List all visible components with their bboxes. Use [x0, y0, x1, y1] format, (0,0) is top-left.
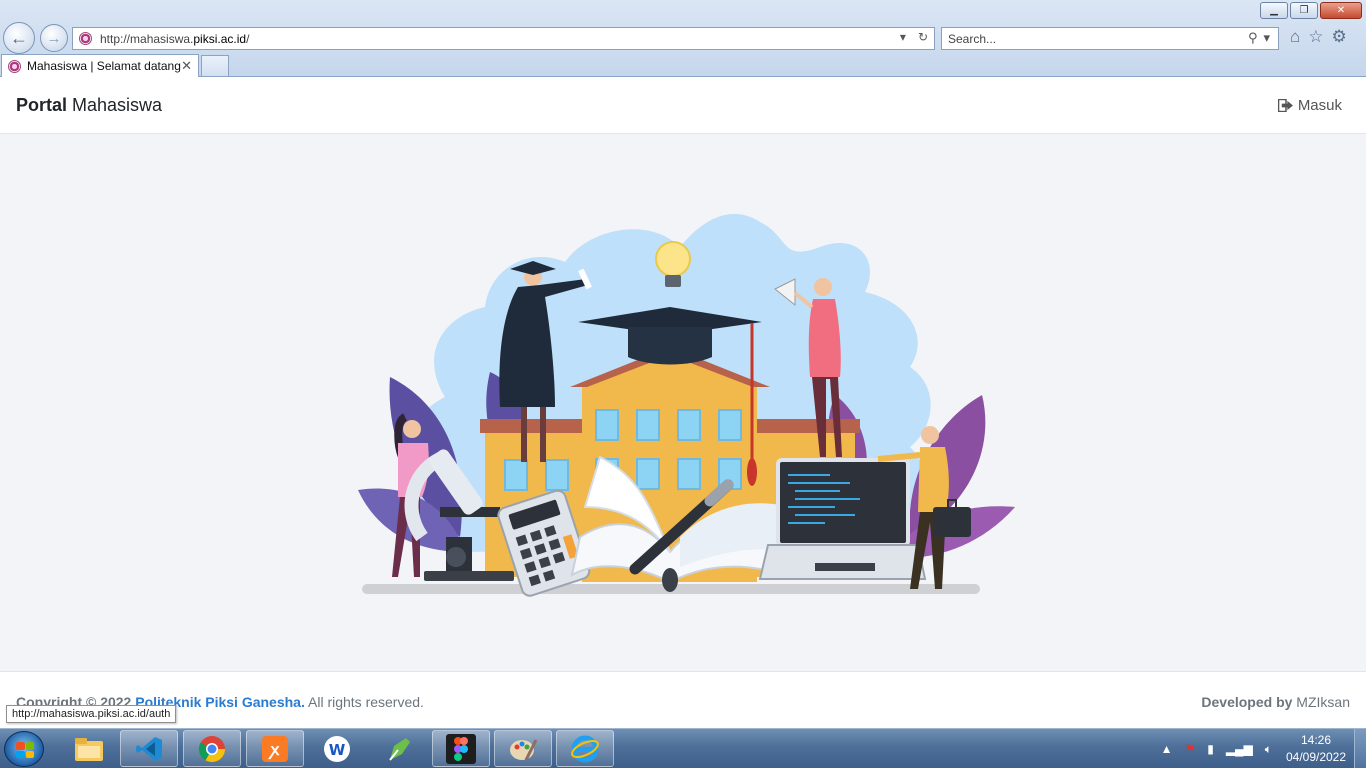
palette-icon — [510, 738, 538, 761]
taskbar-windows-explorer[interactable] — [60, 730, 118, 767]
arrow-right-icon: → — [46, 29, 62, 47]
brand-bold: Portal — [16, 95, 68, 115]
tab-favicon-icon — [8, 59, 21, 73]
signal-bars-icon[interactable]: ▂▄▆ — [1226, 742, 1253, 756]
address-dropdown-icon[interactable]: ▾ — [900, 30, 906, 44]
settings-gear-icon[interactable]: ⚙ — [1332, 27, 1347, 47]
network-error-icon[interactable]: ⚑ — [1184, 742, 1195, 756]
minimize-button[interactable]: ▁ — [1260, 2, 1288, 19]
developer-name: MZIksan — [1292, 694, 1350, 710]
svg-text:W: W — [329, 741, 346, 759]
close-window-button[interactable]: ✕ — [1320, 2, 1362, 19]
taskbar-app-w[interactable]: W — [308, 730, 366, 767]
rights-text: All rights reserved. — [304, 694, 424, 710]
volume-icon[interactable]: 🔈︎ — [1265, 742, 1272, 757]
restore-button[interactable]: ❐ — [1290, 2, 1318, 19]
status-url-tooltip: http://mahasiswa.piksi.ac.id/auth — [6, 705, 177, 723]
site-footer: Copyright © 2022 Politeknik Piksi Ganesh… — [0, 671, 1366, 728]
taskbar-figma[interactable] — [432, 730, 490, 767]
taskbar-chrome[interactable] — [183, 730, 241, 767]
address-bar[interactable]: http://mahasiswa.piksi.ac.id/ ▾ ↻ — [72, 27, 935, 50]
search-placeholder: Search... — [948, 31, 997, 46]
pen-nib-icon — [389, 737, 410, 761]
taskbar-inkscape[interactable] — [370, 730, 428, 767]
window-controls: ▁ ❐ ✕ — [1260, 2, 1362, 19]
address-text[interactable]: http://mahasiswa.piksi.ac.id/ — [100, 32, 249, 46]
site-favicon-icon — [79, 32, 92, 45]
battery-icon[interactable]: ▮ — [1207, 742, 1214, 756]
url-domain: piksi.ac.id — [193, 31, 247, 46]
taskbar-internet-explorer[interactable] — [556, 730, 614, 767]
hero-illustration — [358, 213, 1015, 597]
browser-toolbar-icons: ⌂ ☆ ⚙ — [1290, 27, 1347, 47]
url-prefix: http://mahasiswa. — [100, 31, 194, 46]
vscode-icon — [136, 736, 162, 761]
developer-credit: Developed by MZIksan — [1201, 694, 1350, 710]
w-app-icon: W — [324, 735, 350, 762]
arrow-left-icon: ← — [10, 27, 28, 48]
search-icon[interactable]: ⚲ — [1248, 30, 1258, 46]
url-suffix: / — [246, 31, 250, 46]
page-content: Portal Mahasiswa Masuk Copyright © 2022 … — [0, 77, 1366, 728]
start-button[interactable] — [4, 731, 44, 767]
brand-rest: Mahasiswa — [67, 95, 163, 115]
xampp-icon: ꭗ — [262, 735, 288, 762]
internet-explorer-icon — [571, 735, 599, 762]
search-box[interactable]: Search... ⚲ ▾ — [941, 27, 1279, 50]
figma-icon — [446, 733, 476, 764]
new-tab-button[interactable] — [201, 55, 229, 76]
taskbar-paint[interactable] — [494, 730, 552, 767]
search-dropdown-icon[interactable]: ▾ — [1263, 30, 1270, 46]
show-hidden-icons-icon[interactable]: ▲ — [1161, 742, 1173, 756]
back-button[interactable]: ← — [3, 22, 35, 54]
taskbar-vscode[interactable] — [120, 730, 178, 767]
tab-close-icon[interactable]: ✕ — [181, 58, 192, 74]
developed-by-label: Developed by — [1201, 694, 1293, 710]
taskbar-xampp[interactable]: ꭗ — [246, 730, 304, 767]
forward-button[interactable]: → — [40, 24, 68, 52]
show-desktop-button[interactable] — [1354, 729, 1366, 768]
clock[interactable]: 14:26 04/09/2022 — [1284, 732, 1348, 766]
clock-date: 04/09/2022 — [1285, 750, 1347, 764]
clock-time: 14:26 — [1300, 733, 1332, 747]
windows-logo-icon — [16, 742, 34, 758]
browser-chrome: ▁ ❐ ✕ ← → http://mahasiswa.piksi.ac.id/ … — [0, 0, 1366, 77]
windows-taskbar: ꭗ W ▲ ⚑ ▮ ▂▄▆ 🔈︎ 14:26 04/09/2022 — [0, 728, 1366, 768]
login-label: Masuk — [1297, 97, 1342, 114]
folder-icon — [75, 737, 103, 761]
home-icon[interactable]: ⌂ — [1290, 27, 1300, 47]
browser-tab-active[interactable]: Mahasiswa | Selamat datang ✕ — [1, 54, 199, 77]
system-tray: ▲ ⚑ ▮ ▂▄▆ 🔈︎ 14:26 04/09/2022 — [1161, 729, 1348, 768]
site-navbar: Portal Mahasiswa Masuk — [0, 77, 1366, 134]
tab-title: Mahasiswa | Selamat datang — [27, 59, 181, 73]
chrome-icon — [198, 735, 226, 762]
brand-title[interactable]: Portal Mahasiswa — [16, 95, 162, 116]
sign-in-icon — [1277, 99, 1293, 112]
favorites-star-icon[interactable]: ☆ — [1308, 27, 1323, 47]
login-link[interactable]: Masuk — [1277, 97, 1342, 114]
refresh-icon[interactable]: ↻ — [918, 30, 928, 44]
